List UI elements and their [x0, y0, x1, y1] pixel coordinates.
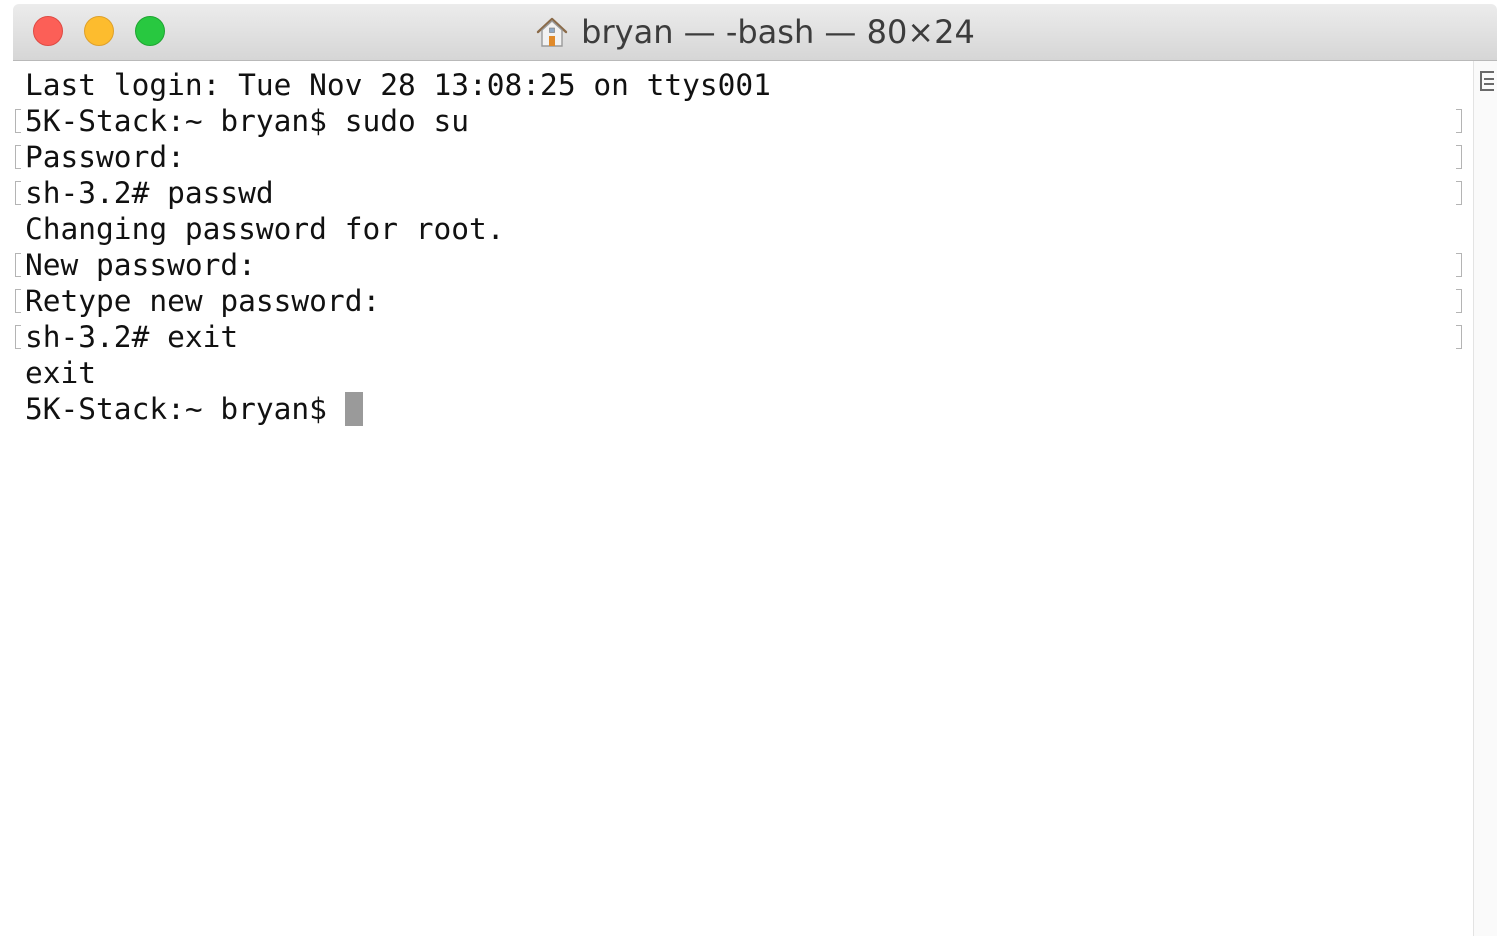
terminal-output[interactable]: Last login: Tue Nov 28 13:08:25 on ttys0… [13, 61, 1473, 936]
line-mark [15, 253, 21, 277]
line-mark [1456, 325, 1462, 349]
line-mark [1456, 253, 1462, 277]
terminal-line: sh-3.2# passwd [25, 176, 274, 210]
terminal-line: New password: [25, 248, 256, 282]
window-title-group: bryan — -bash — 80×24 [13, 4, 1497, 60]
terminal-line: Retype new password: [25, 284, 381, 318]
line-mark [15, 289, 21, 313]
line-mark [15, 325, 21, 349]
terminal-line: exit [25, 356, 97, 390]
line-mark [1456, 289, 1462, 313]
window-title: bryan — -bash — 80×24 [581, 13, 975, 51]
home-icon [536, 17, 568, 47]
terminal-line: Last login: Tue Nov 28 13:08:25 on ttys0… [25, 68, 771, 102]
line-mark [15, 109, 21, 133]
split-pane-icon[interactable] [1480, 71, 1494, 91]
line-mark [15, 145, 21, 169]
terminal-line: Password: [25, 140, 185, 174]
line-mark [15, 181, 21, 205]
terminal-line: sh-3.2# exit [25, 320, 239, 354]
line-mark [1456, 145, 1462, 169]
scrollbar[interactable] [1473, 61, 1497, 936]
terminal-window: bryan — -bash — 80×24 Last login: Tue No… [13, 4, 1497, 936]
title-bar[interactable]: bryan — -bash — 80×24 [13, 4, 1497, 61]
terminal-line: 5K-Stack:~ bryan$ sudo su [25, 104, 470, 138]
terminal-prompt-line: 5K-Stack:~ bryan$ [25, 391, 363, 427]
line-mark [1456, 109, 1462, 133]
text-cursor [344, 391, 363, 426]
line-mark [1456, 181, 1462, 205]
terminal-line: Changing password for root. [25, 212, 505, 246]
prompt-text: 5K-Stack:~ bryan$ [25, 392, 327, 426]
